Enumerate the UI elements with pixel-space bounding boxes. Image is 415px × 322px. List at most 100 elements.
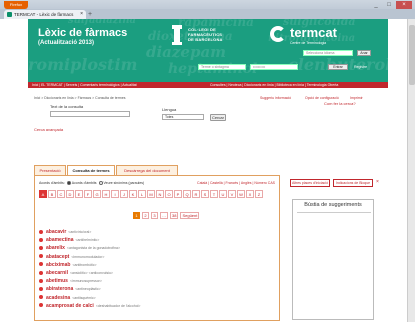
list-item[interactable]: abacavir <antivíric/oral> xyxy=(39,228,269,236)
term-link[interactable]: abatacept xyxy=(46,254,69,260)
letter-link[interactable]: L xyxy=(138,190,146,198)
letter-link[interactable]: U xyxy=(219,190,227,198)
vertical-scrollbar[interactable] xyxy=(407,19,415,322)
term-link[interactable]: abamectina xyxy=(46,237,74,243)
maximize-icon[interactable]: □ xyxy=(383,1,395,9)
password-input[interactable]: •••••••••• xyxy=(250,64,298,70)
term-link[interactable]: abarelix xyxy=(46,245,65,251)
term-link[interactable]: abciximab xyxy=(46,262,70,268)
letter-link[interactable]: B xyxy=(48,190,56,198)
radio-areas[interactable] xyxy=(66,181,71,186)
nav-left-links[interactable]: Inici | EL TERMCAT | Serveis | Comentari… xyxy=(32,82,137,88)
letter-link[interactable]: P xyxy=(174,190,182,198)
list-item[interactable]: abiraterona <antineoplàstic> xyxy=(39,285,269,293)
list-item[interactable]: abciximab <antitrombòtic> xyxy=(39,261,269,269)
query-input[interactable] xyxy=(50,111,130,117)
term-link[interactable]: abetimus xyxy=(46,278,68,284)
term-link[interactable]: abacavir xyxy=(46,229,66,235)
indications-button[interactable]: Indicacions de Bloque xyxy=(333,179,373,187)
letter-link[interactable]: K xyxy=(129,190,137,198)
page-link[interactable]: 1 xyxy=(133,211,140,219)
browser-window: Firefox _ □ × TERMCAT - Lèxic de fàrmacs… xyxy=(0,0,415,322)
language-label: Llengua xyxy=(162,107,177,112)
term-link[interactable]: abiraterona xyxy=(46,286,73,292)
new-tab-button[interactable]: + xyxy=(88,11,98,19)
pagination: 1 2 3… 38 Següent xyxy=(133,211,201,219)
letter-link[interactable]: A xyxy=(39,190,47,198)
letter-link[interactable]: N xyxy=(156,190,164,198)
list-item[interactable]: abecarnil <ansiolític> <anticonvulsiu> xyxy=(39,269,269,277)
browser-tab[interactable]: TERMCAT - Lèxic de fàrmacs × xyxy=(4,10,86,19)
next-page-link[interactable]: Següent xyxy=(180,211,200,219)
close-tab-icon[interactable]: × xyxy=(80,10,83,19)
radio-areas-label: Acords d'àmbits xyxy=(71,181,97,185)
language-select[interactable]: Selecciona idioma xyxy=(303,50,353,56)
letter-link[interactable]: R xyxy=(192,190,200,198)
letter-link[interactable]: Q xyxy=(183,190,191,198)
nav-right-links[interactable]: Consultes | Neoteca | Diccionaris en lín… xyxy=(210,82,338,88)
close-icon[interactable]: × xyxy=(376,179,379,185)
letter-link[interactable]: J xyxy=(120,190,128,198)
letter-link[interactable]: X xyxy=(246,190,254,198)
letter-link[interactable]: Z xyxy=(255,190,263,198)
list-item[interactable]: acadesina <antiisquèmic> xyxy=(39,294,269,302)
query-label: Text de la consulta xyxy=(50,104,84,109)
tab-download[interactable]: Descàrrega del document xyxy=(116,165,178,175)
language-dropdown[interactable]: Totes xyxy=(162,114,204,120)
header-bg-word: romiplostim xyxy=(28,55,138,74)
letter-link[interactable]: E xyxy=(75,190,83,198)
suggestion-title: Bústia de suggeriments xyxy=(304,202,362,208)
minimize-icon[interactable]: _ xyxy=(370,1,382,9)
letter-link[interactable]: T xyxy=(210,190,218,198)
register-link[interactable]: Registre xyxy=(354,65,367,69)
scroll-thumb[interactable] xyxy=(409,25,415,85)
print-link[interactable]: Imprimir xyxy=(350,96,363,100)
config-link[interactable]: Opció de configuració xyxy=(305,96,339,100)
termcat-name[interactable]: termcat xyxy=(290,25,337,40)
term-link[interactable]: abecarnil xyxy=(46,270,68,276)
user-input[interactable]: Terme o sintagma xyxy=(198,64,246,70)
letter-link[interactable]: O xyxy=(165,190,173,198)
advanced-search-link[interactable]: Cerca avançada xyxy=(34,127,63,132)
letter-link[interactable]: C xyxy=(57,190,65,198)
term-category: <antineoplàstic> xyxy=(75,287,101,292)
enter-button[interactable]: Entrar xyxy=(328,64,348,70)
letter-link[interactable]: V xyxy=(228,190,236,198)
page-link[interactable]: 3 xyxy=(151,211,158,219)
letter-link[interactable]: H xyxy=(102,190,110,198)
college-logo-text: COL·LEGI DE FARMACÈUTICS DE BARCELONA xyxy=(188,27,223,42)
letter-link[interactable]: M xyxy=(147,190,155,198)
help-link[interactable]: Com fer la cerca? xyxy=(324,101,356,106)
go-button[interactable]: Anar xyxy=(357,50,371,56)
letter-link[interactable]: I xyxy=(111,190,119,198)
radio-synonyms[interactable] xyxy=(98,181,103,186)
letter-link[interactable]: D xyxy=(66,190,74,198)
list-item[interactable]: abamectina <antihelmíntic> xyxy=(39,236,269,244)
tab-presentation[interactable]: Presentació xyxy=(34,165,66,175)
firefox-menu-button[interactable]: Firefox xyxy=(4,1,28,9)
bullet-icon xyxy=(39,237,43,242)
breadcrumb[interactable]: Inici > Diccionaris en línia > Fàrmacs >… xyxy=(34,96,126,100)
list-item[interactable]: abarelix <antagonista de la gonadotrofina… xyxy=(39,244,269,252)
search-button[interactable]: Cercar xyxy=(210,114,226,121)
term-category: <ansiolític> <anticonvulsiu> xyxy=(69,270,113,275)
suggest-info-link[interactable]: Suggeriu informació xyxy=(260,96,291,100)
term-link[interactable]: acadesina xyxy=(46,295,70,301)
letter-link[interactable]: S xyxy=(201,190,209,198)
term-category: <antiisquèmic> xyxy=(72,295,96,300)
list-item[interactable]: abetimus <immunosupressor> xyxy=(39,277,269,285)
letter-link[interactable]: W xyxy=(237,190,245,198)
term-link[interactable]: acamprosat de calci xyxy=(46,303,94,309)
other-places-button[interactable]: Altres places d'iniciació xyxy=(290,179,330,187)
letter-link[interactable]: G xyxy=(93,190,101,198)
language-filter[interactable]: Català | Castellà | Francès | Anglès | N… xyxy=(197,181,275,185)
list-item[interactable]: acamprosat de calci <deshabituador de l'a… xyxy=(39,302,269,310)
page-link[interactable]: 2 xyxy=(142,211,149,219)
header-bg-word: diazepam xyxy=(146,43,227,61)
list-item[interactable]: abatacept <immunomodulador> xyxy=(39,253,269,261)
page-link[interactable]: 38 xyxy=(170,211,179,219)
letter-link[interactable]: F xyxy=(84,190,92,198)
termcat-logo-icon[interactable] xyxy=(270,26,286,42)
close-window-icon[interactable]: × xyxy=(396,1,412,9)
bullet-icon xyxy=(39,278,43,283)
